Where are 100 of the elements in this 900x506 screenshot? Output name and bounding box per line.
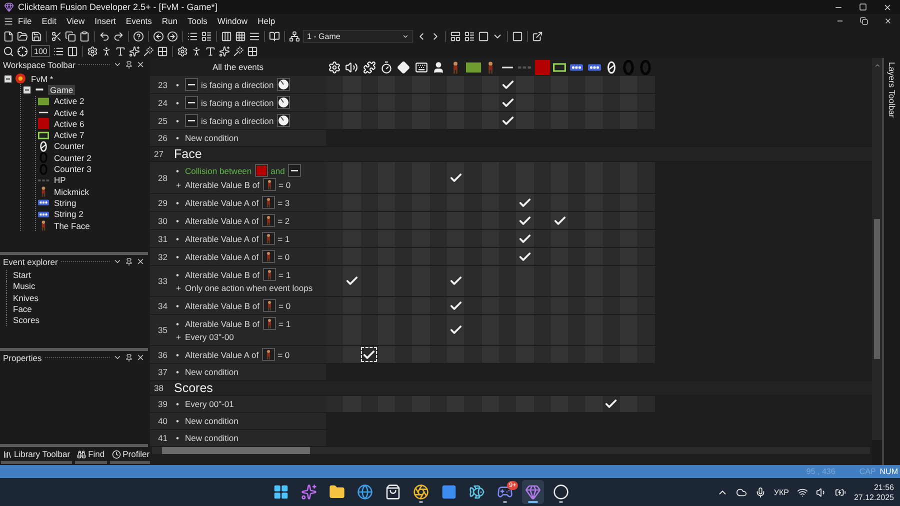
tree-item[interactable]: Active 6: [52, 118, 86, 129]
action-cell[interactable]: [447, 297, 464, 314]
clock-time[interactable]: 21:56: [874, 482, 894, 492]
condition-text[interactable]: = 2: [278, 216, 290, 226]
tree-item[interactable]: Counter 3: [52, 164, 94, 174]
tree-item[interactable]: Game: [48, 84, 76, 95]
close-icon[interactable]: [883, 2, 892, 12]
tree-item[interactable]: Counter: [52, 141, 86, 152]
action-cell[interactable]: [550, 76, 568, 93]
condition-text[interactable]: Alterable Value B of: [185, 270, 260, 280]
tree-item[interactable]: Counter 2: [52, 152, 94, 163]
action-cell[interactable]: [498, 94, 516, 111]
restore-icon[interactable]: [860, 17, 868, 25]
list-icon[interactable]: [187, 30, 198, 42]
action-cell[interactable]: [550, 212, 568, 229]
dropdown-icon[interactable]: [113, 257, 122, 266]
new-condition-link[interactable]: New condition: [185, 433, 238, 443]
condition-text[interactable]: Every 03"-00: [185, 332, 234, 342]
tree-item[interactable]: HP: [52, 175, 68, 186]
menu-item[interactable]: Window: [212, 16, 253, 26]
tree-item[interactable]: Active 2: [52, 96, 86, 106]
fish-icon[interactable]: [469, 484, 486, 500]
gear-icon[interactable]: [87, 46, 98, 56]
condition-text[interactable]: Alterable Value A of: [185, 234, 259, 244]
undo-icon[interactable]: [99, 30, 110, 42]
menu-item[interactable]: Help: [252, 16, 280, 26]
action-cell[interactable]: [498, 76, 516, 93]
redo-icon[interactable]: [113, 30, 124, 42]
action-cell[interactable]: [516, 76, 534, 93]
action-cell[interactable]: [447, 162, 464, 193]
action-cell[interactable]: [637, 76, 655, 93]
tree-item[interactable]: String: [52, 198, 78, 208]
condition-text[interactable]: Alterable Value A of: [185, 198, 259, 208]
collapse-icon[interactable]: [4, 74, 12, 83]
vertical-scrollbar[interactable]: [872, 58, 882, 440]
start-button[interactable]: [273, 484, 290, 500]
folder-icon[interactable]: [17, 30, 28, 42]
gear-icon[interactable]: [177, 46, 188, 56]
action-cell[interactable]: [360, 346, 378, 363]
panel-icon[interactable]: [450, 30, 461, 42]
collapse-icon[interactable]: [23, 86, 31, 94]
scissors-icon[interactable]: [51, 30, 62, 42]
group-title[interactable]: Face: [174, 147, 202, 161]
condition-text[interactable]: Alterable Value B of: [185, 300, 260, 310]
maximize-icon[interactable]: [859, 2, 867, 10]
bag-icon[interactable]: [385, 484, 402, 500]
action-cell[interactable]: [516, 248, 534, 265]
menu-item[interactable]: Insert: [90, 16, 121, 26]
action-cell[interactable]: [378, 346, 396, 363]
close-icon[interactable]: [136, 353, 145, 362]
new-condition-link[interactable]: New condition: [185, 367, 238, 377]
grid-icon[interactable]: [247, 46, 258, 56]
action-cell[interactable]: [447, 315, 464, 345]
tree-item[interactable]: Face: [6, 304, 148, 316]
condition-text[interactable]: is facing a direction: [201, 116, 274, 126]
help-icon[interactable]: [133, 30, 144, 42]
copy-icon[interactable]: [65, 30, 76, 42]
action-cell[interactable]: [516, 194, 534, 211]
tree-item[interactable]: Start: [6, 270, 148, 282]
action-cell[interactable]: [534, 76, 551, 93]
horizontal-scrollbar[interactable]: [152, 447, 870, 454]
grid-icon[interactable]: [157, 46, 168, 56]
action-cell[interactable]: [447, 266, 464, 296]
menu-item[interactable]: Tools: [182, 16, 212, 26]
condition-text[interactable]: is facing a direction: [201, 98, 274, 108]
tree-item[interactable]: String 2: [52, 209, 86, 220]
list-icon[interactable]: [464, 30, 475, 42]
action-cell[interactable]: [498, 112, 516, 129]
tree-item[interactable]: Mickmick: [52, 186, 91, 197]
list-icon[interactable]: [201, 30, 212, 42]
condition-text[interactable]: Alterable Value B of: [185, 180, 260, 190]
search-icon[interactable]: [3, 46, 14, 56]
menu-item[interactable]: File: [13, 16, 37, 26]
tree-item[interactable]: Scores: [6, 315, 148, 326]
list-icon[interactable]: [53, 46, 64, 56]
figure-icon[interactable]: [191, 46, 202, 56]
condition-text[interactable]: = 1: [278, 270, 291, 280]
frame-dropdown[interactable]: 1 - Game: [303, 30, 413, 42]
action-cell[interactable]: [602, 396, 620, 412]
condition-text[interactable]: Alterable Value A of: [185, 350, 259, 360]
columns-icon[interactable]: [221, 30, 232, 42]
pin-icon[interactable]: [125, 60, 133, 68]
speaker-icon[interactable]: [816, 486, 827, 498]
condition-text[interactable]: is facing a direction: [201, 80, 274, 90]
cloud-icon[interactable]: [736, 486, 747, 498]
condition-text[interactable]: = 1: [278, 234, 290, 244]
wand-icon[interactable]: [233, 46, 244, 56]
menu-item[interactable]: Events: [120, 16, 157, 26]
pin-icon[interactable]: [125, 354, 133, 362]
tree-item[interactable]: FvM *: [29, 74, 56, 84]
condition-text[interactable]: = 0: [278, 180, 291, 190]
tree-item[interactable]: Active 4: [52, 108, 86, 118]
save-icon[interactable]: [31, 30, 42, 42]
condition-text[interactable]: = 3: [278, 198, 290, 208]
condition-text[interactable]: Alterable Value A of: [185, 216, 259, 226]
book-icon[interactable]: [269, 30, 280, 42]
close-icon[interactable]: [136, 257, 145, 266]
tree-item[interactable]: The Face: [52, 220, 92, 230]
network-icon[interactable]: [289, 30, 300, 42]
clipboard-icon[interactable]: [79, 30, 90, 42]
